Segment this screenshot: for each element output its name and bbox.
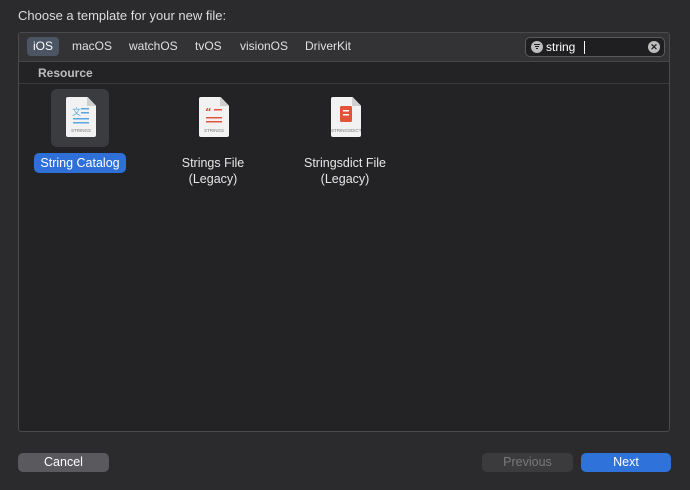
template-label: String Catalog [25, 153, 135, 173]
search-field[interactable]: ✕ [525, 37, 665, 57]
template-strings-file[interactable]: “ STRINGS Strings File (Legacy) [158, 89, 268, 187]
stringsdict-file-icon: STRINGSDICT [316, 89, 374, 147]
tab-ios[interactable]: iOS [27, 37, 60, 56]
tab-watchos[interactable]: watchOS [123, 37, 184, 56]
svg-text:“: “ [205, 107, 212, 118]
filter-icon[interactable] [531, 41, 543, 53]
tab-tvos[interactable]: tvOS [189, 37, 228, 56]
template-label: Strings File (Legacy) [181, 156, 245, 186]
section-header: Resource [19, 62, 669, 84]
next-button[interactable]: Next [581, 453, 671, 472]
platform-tab-bar: iOS macOS watchOS tvOS visionOS DriverKi… [19, 33, 669, 62]
tab-driverkit[interactable]: DriverKit [299, 37, 357, 56]
text-cursor [584, 41, 585, 54]
clear-icon[interactable]: ✕ [648, 41, 660, 53]
template-stringsdict-file[interactable]: STRINGSDICT Stringsdict File (Legacy) [290, 89, 400, 187]
strings-file-icon: “ STRINGS [184, 89, 242, 147]
tab-macos[interactable]: macOS [66, 37, 118, 56]
cancel-button[interactable]: Cancel [18, 453, 109, 472]
template-panel: iOS macOS watchOS tvOS visionOS DriverKi… [18, 32, 670, 432]
svg-text:文: 文 [72, 106, 81, 118]
previous-button[interactable]: Previous [482, 453, 573, 472]
dialog-title: Choose a template for your new file: [18, 8, 227, 23]
tab-visionos[interactable]: visionOS [234, 37, 294, 56]
template-label: Stringsdict File (Legacy) [304, 156, 386, 186]
template-string-catalog[interactable]: 文 STRINGS String Catalog [25, 89, 135, 173]
section-title: Resource [38, 66, 93, 80]
string-catalog-icon: 文 STRINGS [51, 89, 109, 147]
search-input[interactable] [546, 39, 640, 55]
